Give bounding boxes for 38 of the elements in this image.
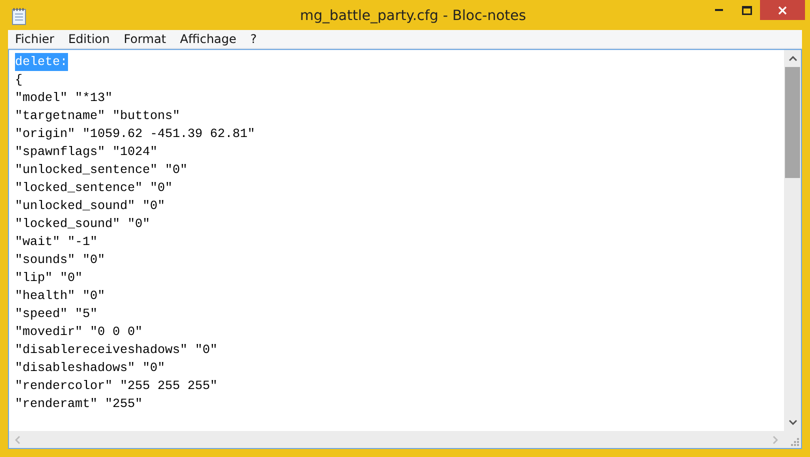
text-line: "sounds" "0"	[15, 252, 106, 269]
notepad-icon	[12, 8, 26, 24]
vertical-scrollbar[interactable]	[784, 50, 801, 431]
scrollbar-thumb[interactable]	[785, 67, 800, 178]
text-line: "health" "0"	[15, 288, 106, 305]
text-line: "unlocked_sound" "0"	[15, 198, 166, 215]
text-line: "rendercolor" "255 255 255"	[15, 378, 218, 395]
text-line: "locked_sound" "0"	[15, 216, 150, 233]
text-line: "locked_sentence" "0"	[15, 180, 173, 197]
scroll-left-icon	[15, 436, 20, 444]
minimize-icon	[714, 9, 722, 11]
scroll-right-icon	[773, 436, 778, 444]
text-line: "movedir" "0 0 0"	[15, 324, 143, 341]
scroll-up-icon	[788, 56, 796, 61]
text-line: "wait" "-1"	[15, 234, 98, 251]
close-icon	[778, 6, 787, 14]
text-line: "spawnflags" "1024"	[15, 144, 158, 161]
text-line: "lip" "0"	[15, 270, 83, 287]
menu-item[interactable]: Format	[116, 30, 174, 48]
close-button[interactable]	[760, 0, 805, 20]
text-line: "renderamt" "255"	[15, 396, 143, 413]
resize-grip-icon	[791, 438, 799, 446]
window-title: mg_battle_party.cfg - Bloc-notes	[300, 7, 526, 26]
text-line: "origin" "1059.62 -451.39 62.81"	[15, 126, 256, 143]
text-line: "model" "*13"	[15, 90, 113, 107]
menu-item[interactable]: Fichier	[8, 30, 62, 48]
text-line: "disablereceiveshadows" "0"	[15, 342, 218, 359]
menu-item[interactable]: Edition	[61, 30, 117, 48]
maximize-icon	[742, 6, 752, 14]
scroll-down-icon	[788, 420, 796, 425]
text-line: {	[15, 72, 23, 89]
text-line: "disableshadows" "0"	[15, 360, 166, 377]
text-line: "speed" "5"	[15, 306, 98, 323]
menu-item[interactable]: Affichage	[173, 30, 244, 48]
horizontal-scrollbar[interactable]	[9, 431, 784, 448]
text-line: "targetname" "buttons"	[15, 108, 180, 125]
menu-item[interactable]: ?	[243, 30, 264, 48]
text-line: "unlocked_sentence" "0"	[15, 162, 188, 179]
